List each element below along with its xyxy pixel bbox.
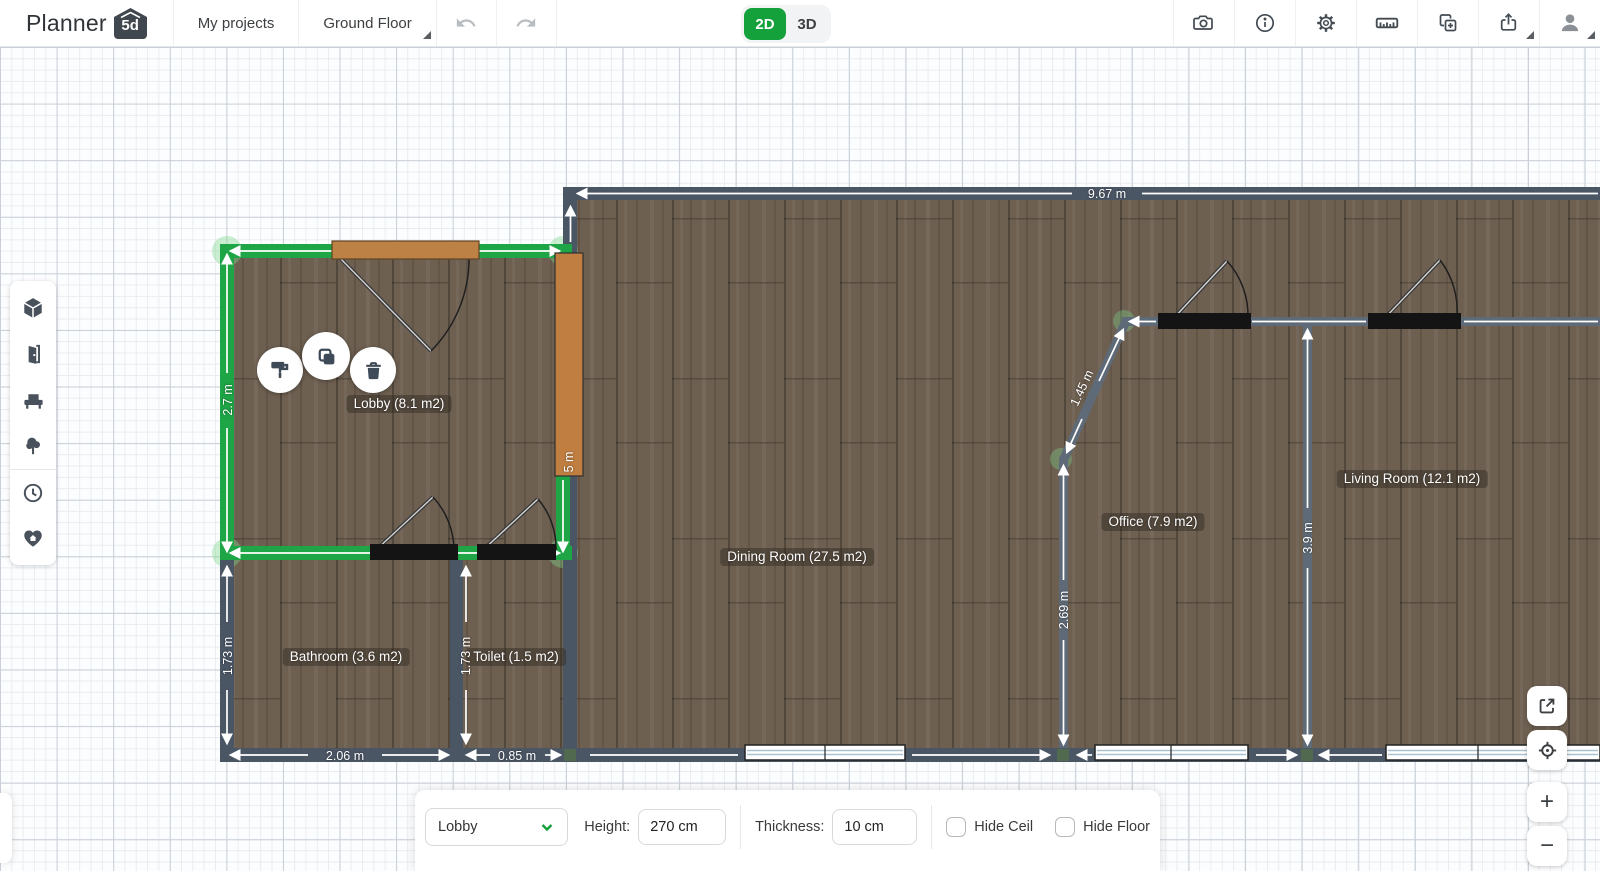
tool-history[interactable] [10,469,56,515]
ruler-button[interactable] [1356,0,1417,46]
paint-roller-icon [271,361,289,379]
brand-text: Planner [26,9,107,36]
header-right-icons [1173,0,1600,46]
zoom-in-button[interactable]: + [1527,782,1567,822]
window-office[interactable] [1094,744,1249,761]
duplicate-plus-icon [1439,14,1457,32]
undo-button[interactable] [437,0,497,46]
nav-my-projects[interactable]: My projects [174,0,300,46]
hide-ceil-checkbox[interactable]: Hide Ceil [946,816,1034,837]
heart-house-icon [24,530,42,547]
tool-rooms[interactable] [10,285,56,331]
ruler-icon [1375,17,1399,29]
redo-button[interactable] [497,0,557,46]
redo-icon [516,18,536,27]
room-select-value: Lobby [438,818,478,835]
info-button[interactable] [1234,0,1295,46]
tree-icon [26,437,40,455]
height-input[interactable] [638,808,727,845]
left-toolbar [10,281,56,565]
paint-roller-button[interactable] [257,347,303,393]
gear-icon [1317,14,1335,32]
camera-icon [1193,15,1213,30]
window-living[interactable] [1385,744,1600,761]
tool-favorites[interactable] [10,515,56,561]
duplicate-button[interactable] [302,332,350,380]
wall-office-left[interactable] [1059,457,1068,748]
undo-icon [457,18,476,27]
delete-button[interactable] [350,347,396,393]
furniture-icon [23,393,43,409]
screenshot-button[interactable] [1173,0,1234,46]
wall-office-living[interactable] [1303,317,1312,748]
panel-divider-2 [931,804,933,849]
view-toggle: 2D 3D [741,5,831,43]
open-external-icon [1539,698,1555,714]
door-icon [28,344,40,364]
tool-doors-windows[interactable] [10,331,56,377]
wall-top[interactable] [563,187,1600,200]
floor-toilet[interactable] [461,558,565,750]
height-label: Height: [584,818,631,835]
room-select[interactable]: Lobby [425,807,569,846]
hide-floor-checkbox[interactable]: Hide Floor [1055,816,1150,837]
properties-panel: Lobby Height: Thickness: Hide Ceil Hide … [415,790,1160,871]
account-icon [1561,14,1579,32]
duplicate-icon [318,348,334,364]
share-button[interactable] [1478,0,1539,46]
floor-bathroom[interactable] [232,558,452,750]
floor-lobby[interactable] [232,256,558,548]
history-clock-icon [23,483,43,502]
window-dining[interactable] [744,744,906,761]
tool-furniture[interactable] [10,377,56,423]
brand-badge: 5d [113,7,147,39]
windows [744,744,1600,761]
panel-divider [740,804,742,849]
hide-ceil-label: Hide Ceil [974,818,1034,835]
account-button[interactable] [1539,0,1600,46]
locate-button[interactable] [1527,730,1567,770]
toggle-2d[interactable]: 2D [744,8,786,40]
tool-outdoor[interactable] [10,423,56,469]
floor-selector[interactable]: Ground Floor [299,0,437,46]
toggle-3d[interactable]: 3D [786,8,828,40]
door-panel-lobby-dining[interactable] [554,252,584,477]
add-layer-button[interactable] [1417,0,1478,46]
chevron-down-icon [541,823,553,831]
rooms-cube-icon [23,298,43,318]
cutoff-panel-left [0,793,12,863]
zoom-out-button[interactable]: − [1527,826,1567,866]
thickness-input[interactable] [832,808,918,845]
wall-bathroom-toilet[interactable] [450,558,463,748]
crosshair-icon [1538,741,1556,759]
info-icon [1255,13,1275,33]
app-logo[interactable]: Planner 5d [0,0,174,46]
hide-ceil-box[interactable] [946,816,967,837]
floor-dining-office-living[interactable] [575,198,1600,750]
height-group: Height: [584,808,727,845]
thickness-group: Thickness: [755,808,918,845]
hide-floor-box[interactable] [1055,816,1076,837]
settings-button[interactable] [1295,0,1356,46]
thickness-label: Thickness: [755,818,825,835]
wall-bathroom-left[interactable] [220,558,234,748]
fullscreen-button[interactable] [1527,686,1567,726]
trash-icon [365,361,381,379]
wall-lobby-left-selected[interactable] [220,244,234,560]
share-icon [1500,13,1517,31]
hide-floor-label: Hide Floor [1083,818,1150,835]
